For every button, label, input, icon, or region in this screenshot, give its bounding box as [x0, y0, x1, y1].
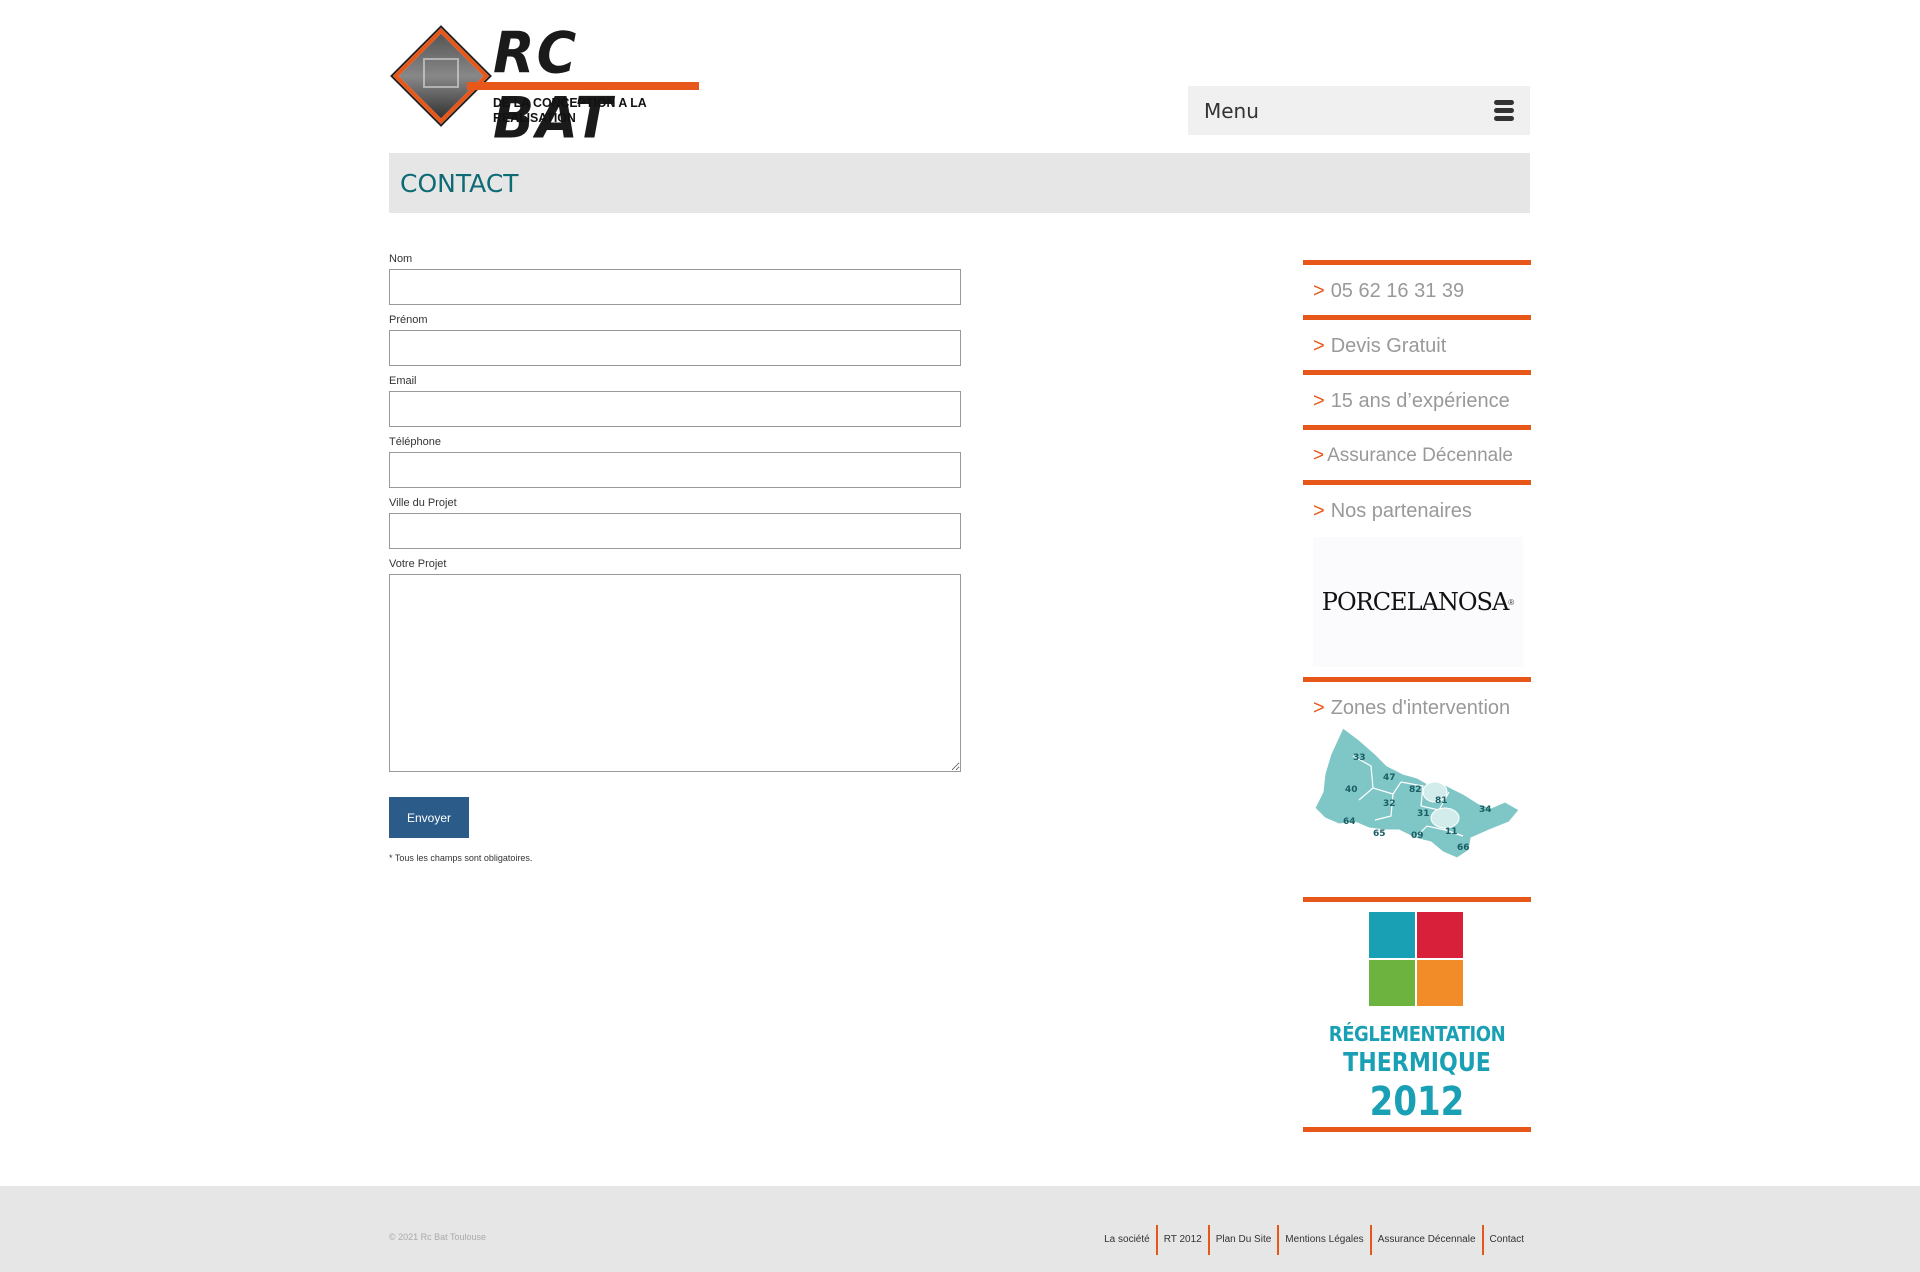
rt2012-logo-icon	[1369, 912, 1465, 1008]
porcelanosa-logo[interactable]: PORCELANOSA ®	[1313, 537, 1523, 667]
page-title: CONTACT	[400, 168, 519, 198]
zone-code: 34	[1479, 805, 1492, 815]
logo-tagline: DE LA CONCEPTION A LA REALISATION	[493, 95, 647, 125]
zone-code: 40	[1345, 785, 1358, 795]
zones-label: Zones d'intervention	[1330, 697, 1511, 719]
field-label: Votre Projet	[389, 558, 447, 570]
experience-label: 15 ans d’expérience	[1330, 390, 1510, 412]
submit-button[interactable]: Envoyer	[389, 797, 469, 838]
sidebar-experience[interactable]: >15 ans d’expérience	[1303, 370, 1531, 425]
zone-code: 66	[1457, 843, 1470, 853]
zone-code: 31	[1417, 809, 1430, 819]
zones-map: 33 47 40 82 81 32 31 34 64 65 09 11 66	[1314, 727, 1520, 859]
sidebar-partners[interactable]: > Nos partenaires PORCELANOSA ®	[1303, 480, 1531, 677]
footer: © 2021 Rc Bat Toulouse La société RT 201…	[0, 1186, 1920, 1272]
arrow-icon: >	[1313, 697, 1325, 719]
sidebar-quote[interactable]: > Devis Gratuit	[1303, 315, 1531, 370]
field-nom: Nom	[389, 252, 961, 305]
partner-logo-text: PORCELANOSA	[1321, 588, 1509, 616]
field-ville: Ville du Projet	[389, 496, 961, 549]
arrow-icon: >	[1313, 335, 1325, 357]
footer-link-plan[interactable]: Plan Du Site	[1207, 1225, 1278, 1255]
zone-code: 64	[1343, 817, 1356, 827]
arrow-icon: >	[1313, 390, 1325, 412]
zone-code: 09	[1411, 831, 1424, 841]
page-header: CONTACT	[389, 153, 1530, 213]
zone-code: 81	[1435, 796, 1448, 806]
footer-link-contact[interactable]: Contact	[1481, 1225, 1530, 1255]
map-zone-highlight	[1430, 807, 1460, 829]
arrow-icon: >	[1313, 280, 1325, 302]
rt2012-badge[interactable]: RÉGLEMENTATION THERMIQUE 2012	[1303, 897, 1531, 1132]
logo[interactable]: RC BAT DE LA CONCEPTION A LA REALISATION	[389, 20, 715, 151]
telephone-input[interactable]	[389, 452, 961, 488]
zone-code: 82	[1409, 785, 1422, 795]
sidebar-insurance[interactable]: > Assurance Décennale	[1303, 425, 1531, 480]
field-label: Nom	[389, 253, 413, 265]
prenom-input[interactable]	[389, 330, 961, 366]
insurance-label: Assurance Décennale	[1327, 445, 1513, 466]
field-prenom: Prénom	[389, 313, 961, 366]
footer-link-assurance[interactable]: Assurance Décennale	[1369, 1225, 1482, 1255]
zone-code: 33	[1353, 753, 1366, 763]
ville-projet-input[interactable]	[389, 513, 961, 549]
rt-title-line2: THERMIQUE	[1343, 1048, 1491, 1078]
field-email: Email	[389, 374, 961, 427]
footer-link-mentions[interactable]: Mentions Légales	[1277, 1225, 1369, 1255]
arrow-icon: >	[1313, 500, 1325, 522]
field-label: Email	[389, 375, 417, 387]
footer-nav: La société RT 2012 Plan Du Site Mentions…	[1098, 1225, 1530, 1255]
field-telephone: Téléphone	[389, 435, 961, 488]
zone-code: 65	[1373, 829, 1386, 839]
quote-label: Devis Gratuit	[1330, 335, 1447, 357]
field-label: Téléphone	[389, 436, 441, 448]
footer-link-rt2012[interactable]: RT 2012	[1155, 1225, 1208, 1255]
sidebar-phone[interactable]: >05 62 16 31 39	[1303, 260, 1531, 315]
rt-title-line1: RÉGLEMENTATION	[1328, 1022, 1506, 1046]
rt-year: 2012	[1369, 1079, 1465, 1125]
nom-input[interactable]	[389, 269, 961, 305]
logo-brand: RC BAT	[493, 19, 614, 152]
zone-code: 11	[1445, 827, 1458, 837]
copyright: © 2021 Rc Bat Toulouse	[389, 1232, 487, 1242]
phone-number: 05 62 16 31 39	[1330, 280, 1465, 302]
zone-code: 32	[1383, 799, 1396, 809]
field-label: Prénom	[389, 314, 428, 326]
field-projet: Votre Projet	[389, 557, 961, 777]
hamburger-icon	[1494, 100, 1514, 121]
zone-code: 47	[1383, 773, 1396, 783]
email-input[interactable]	[389, 391, 961, 427]
sidebar: >05 62 16 31 39 > Devis Gratuit >15 ans d…	[1303, 260, 1531, 1132]
partners-label: Nos partenaires	[1330, 500, 1472, 522]
arrow-icon: >	[1313, 445, 1325, 466]
footer-link-societe[interactable]: La société	[1098, 1225, 1156, 1255]
menu-label: Menu	[1204, 98, 1259, 123]
projet-textarea[interactable]	[389, 574, 961, 772]
logo-emblem	[392, 27, 490, 125]
required-note: * Tous les champs sont obligatoires.	[389, 853, 533, 863]
field-label: Ville du Projet	[389, 497, 457, 509]
contact-form: Nom Prénom Email Téléphone Ville du Proj…	[389, 252, 961, 863]
menu-toggle[interactable]: Menu	[1188, 86, 1530, 135]
sidebar-zones[interactable]: > Zones d'intervention 33 47 40 82 81 32 …	[1303, 677, 1531, 897]
